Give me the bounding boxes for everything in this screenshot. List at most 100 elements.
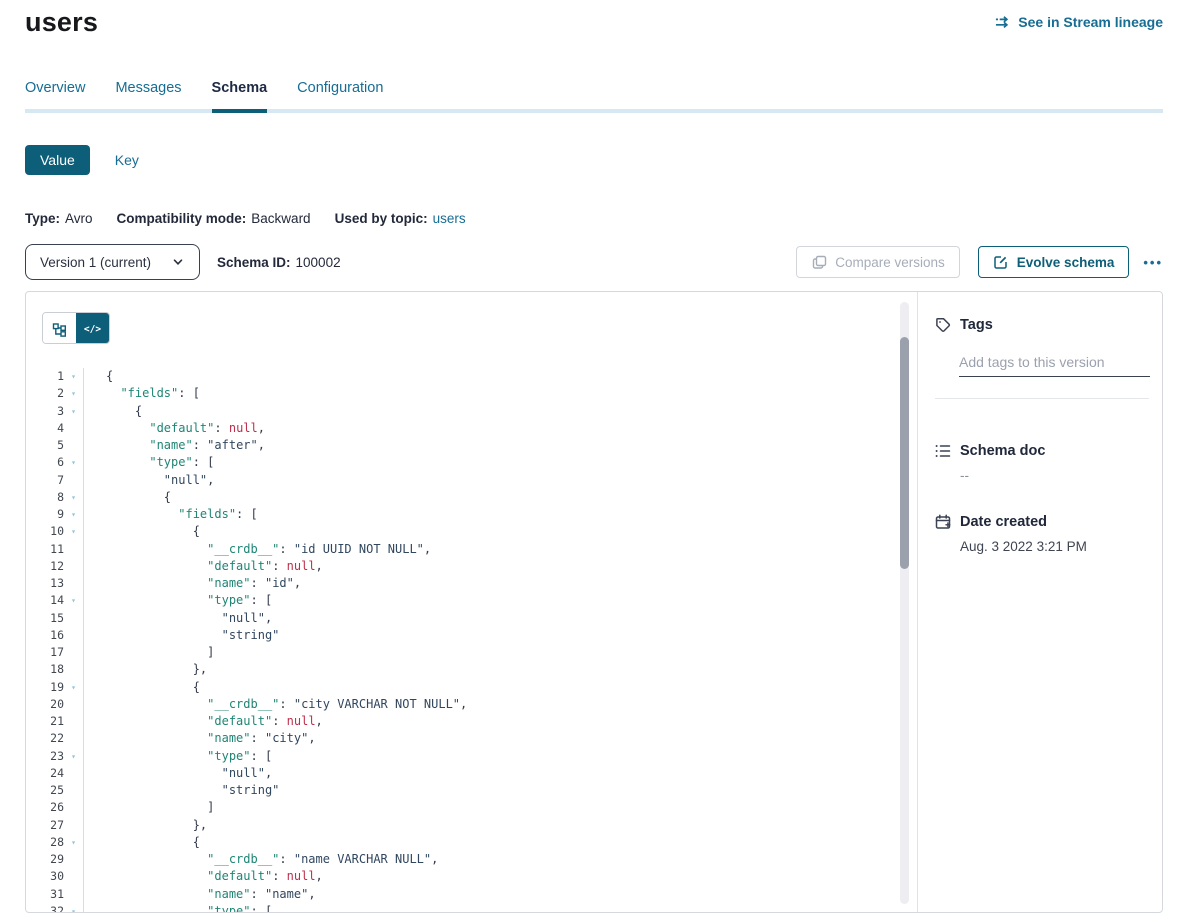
fold-toggle-icon[interactable]: ▾ — [64, 523, 83, 540]
compare-versions-label: Compare versions — [835, 255, 945, 270]
tags-input[interactable] — [959, 352, 1150, 377]
code-line-text: ] — [83, 799, 214, 816]
evolve-schema-label: Evolve schema — [1017, 255, 1115, 270]
fold-gutter — [64, 420, 83, 437]
line-number: 26 — [26, 799, 64, 816]
sidebar-divider — [935, 398, 1149, 399]
fold-toggle-icon[interactable]: ▾ — [64, 903, 83, 912]
code-line-text: ] — [83, 644, 214, 661]
code-line-text: "__crdb__": "name VARCHAR NULL", — [83, 851, 438, 868]
fold-toggle-icon[interactable]: ▾ — [64, 454, 83, 471]
page-title: users — [25, 7, 98, 38]
code-line: 24 "null", — [26, 765, 892, 782]
code-editor[interactable]: 1▾{2▾ "fields": [3▾ {4 "default": null,5… — [26, 368, 892, 912]
code-scrollbar-thumb[interactable] — [900, 337, 909, 569]
code-line: 27 }, — [26, 817, 892, 834]
value-key-toggle: Value Key — [25, 145, 1163, 175]
line-number: 12 — [26, 558, 64, 575]
code-line-text: "name": "id", — [83, 575, 301, 592]
version-select[interactable]: Version 1 (current) — [25, 244, 200, 280]
code-line: 9▾ "fields": [ — [26, 506, 892, 523]
line-number: 5 — [26, 437, 64, 454]
code-line: 2▾ "fields": [ — [26, 385, 892, 402]
fold-gutter — [64, 437, 83, 454]
schema-code-section: </> 1▾{2▾ "fields": [3▾ {4 "default": nu… — [26, 292, 917, 912]
code-line: 26 ] — [26, 799, 892, 816]
fold-toggle-icon[interactable]: ▾ — [64, 489, 83, 506]
code-line-text: "fields": [ — [83, 506, 258, 523]
fold-toggle-icon[interactable]: ▾ — [64, 385, 83, 402]
tab-overview[interactable]: Overview — [25, 80, 85, 113]
line-number: 31 — [26, 886, 64, 903]
schema-panel: </> 1▾{2▾ "fields": [3▾ {4 "default": nu… — [25, 291, 1163, 913]
line-number: 14 — [26, 592, 64, 609]
evolve-schema-button[interactable]: Evolve schema — [978, 246, 1130, 278]
line-number: 19 — [26, 679, 64, 696]
line-number: 17 — [26, 644, 64, 661]
code-line-text: "null", — [83, 472, 214, 489]
line-number: 30 — [26, 868, 64, 885]
page-header: users See in Stream lineage — [25, 0, 1163, 34]
code-line: 25 "string" — [26, 782, 892, 799]
fold-gutter — [64, 851, 83, 868]
value-toggle-button[interactable]: Value — [25, 145, 90, 175]
code-scrollbar[interactable] — [900, 302, 909, 904]
line-number: 7 — [26, 472, 64, 489]
tree-view-button[interactable] — [43, 313, 76, 344]
fold-gutter — [64, 765, 83, 782]
code-line-text: "type": [ — [83, 903, 272, 912]
key-toggle-button[interactable]: Key — [115, 152, 139, 168]
fold-toggle-icon[interactable]: ▾ — [64, 403, 83, 420]
code-line-text: { — [83, 834, 200, 851]
code-line: 18 }, — [26, 661, 892, 678]
fold-toggle-icon[interactable]: ▾ — [64, 506, 83, 523]
code-line-text: "default": null, — [83, 420, 265, 437]
code-line: 28▾ { — [26, 834, 892, 851]
code-line: 11 "__crdb__": "id UUID NOT NULL", — [26, 541, 892, 558]
compatibility-label: Compatibility mode: — [117, 211, 247, 226]
list-icon — [935, 443, 951, 459]
tab-messages[interactable]: Messages — [115, 80, 181, 113]
tab-configuration[interactable]: Configuration — [297, 80, 383, 113]
code-line: 8▾ { — [26, 489, 892, 506]
tags-heading: Tags — [960, 317, 993, 333]
calendar-plus-icon — [935, 514, 951, 530]
code-line: 15 "null", — [26, 610, 892, 627]
stream-lineage-link[interactable]: See in Stream lineage — [995, 14, 1163, 30]
date-created-heading: Date created — [960, 514, 1047, 530]
line-number: 15 — [26, 610, 64, 627]
schema-doc-heading: Schema doc — [960, 443, 1045, 459]
fold-toggle-icon[interactable]: ▾ — [64, 834, 83, 851]
fold-toggle-icon[interactable]: ▾ — [64, 592, 83, 609]
line-number: 29 — [26, 851, 64, 868]
code-lines: 1▾{2▾ "fields": [3▾ {4 "default": null,5… — [26, 368, 892, 912]
fold-gutter — [64, 644, 83, 661]
fold-toggle-icon[interactable]: ▾ — [64, 748, 83, 765]
meta-type: Type: Avro — [25, 211, 93, 226]
compare-versions-button[interactable]: Compare versions — [796, 246, 960, 278]
line-number: 8 — [26, 489, 64, 506]
stream-lineage-icon — [995, 14, 1011, 30]
line-number: 21 — [26, 713, 64, 730]
tags-heading-row: Tags — [935, 317, 1149, 333]
line-number: 22 — [26, 730, 64, 747]
code-line: 5 "name": "after", — [26, 437, 892, 454]
fold-toggle-icon[interactable]: ▾ — [64, 368, 83, 385]
schema-meta-row: Type: Avro Compatibility mode: Backward … — [25, 210, 1163, 227]
topic-link[interactable]: users — [433, 211, 466, 226]
code-line-text: { — [83, 368, 113, 385]
line-number: 23 — [26, 748, 64, 765]
tab-schema[interactable]: Schema — [212, 80, 268, 113]
code-view-button[interactable]: </> — [76, 313, 109, 344]
code-line-text: }, — [83, 817, 207, 834]
code-line: 6▾ "type": [ — [26, 454, 892, 471]
code-line-text: { — [83, 403, 142, 420]
fold-toggle-icon[interactable]: ▾ — [64, 679, 83, 696]
code-line: 12 "default": null, — [26, 558, 892, 575]
code-line: 16 "string" — [26, 627, 892, 644]
more-actions-button[interactable]: ••• — [1143, 255, 1163, 270]
fold-gutter — [64, 696, 83, 713]
fold-gutter — [64, 817, 83, 834]
schema-id: Schema ID: 100002 — [217, 255, 341, 270]
chevron-down-icon — [170, 254, 186, 270]
